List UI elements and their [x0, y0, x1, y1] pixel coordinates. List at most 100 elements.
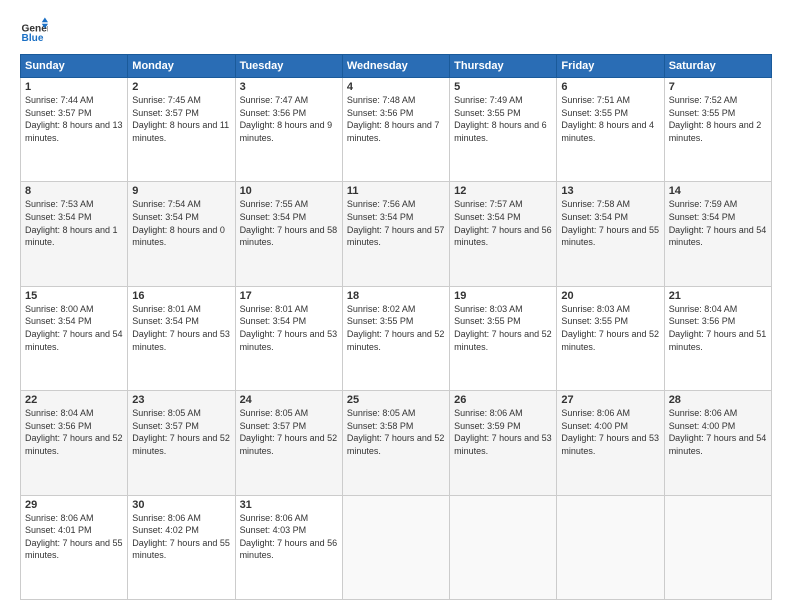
day-info: Sunrise: 8:06 AMSunset: 4:00 PMDaylight:…	[561, 408, 659, 456]
calendar-day-8: 8 Sunrise: 7:53 AMSunset: 3:54 PMDaylight…	[21, 182, 128, 286]
calendar-day-19: 19Sunrise: 8:03 AMSunset: 3:55 PMDayligh…	[450, 286, 557, 390]
calendar-header-tuesday: Tuesday	[235, 55, 342, 78]
day-info: Sunrise: 7:48 AMSunset: 3:56 PMDaylight:…	[347, 95, 440, 143]
calendar-day-11: 11 Sunrise: 7:56 AMSunset: 3:54 PMDayligh…	[342, 182, 449, 286]
day-info: Sunrise: 8:02 AMSunset: 3:55 PMDaylight:…	[347, 304, 445, 352]
page: General Blue SundayMondayTuesdayWednesda…	[0, 0, 792, 612]
calendar-header-row: SundayMondayTuesdayWednesdayThursdayFrid…	[21, 55, 772, 78]
day-info: Sunrise: 7:56 AMSunset: 3:54 PMDaylight:…	[347, 199, 445, 247]
calendar-day-6: 6 Sunrise: 7:51 AMSunset: 3:55 PMDaylight…	[557, 78, 664, 182]
day-number: 16	[132, 290, 230, 302]
calendar-day-21: 21Sunrise: 8:04 AMSunset: 3:56 PMDayligh…	[664, 286, 771, 390]
day-info: Sunrise: 7:52 AMSunset: 3:55 PMDaylight:…	[669, 95, 762, 143]
calendar-day-13: 13 Sunrise: 7:58 AMSunset: 3:54 PMDayligh…	[557, 182, 664, 286]
calendar-day-25: 25 Sunrise: 8:05 AMSunset: 3:58 PMDayligh…	[342, 391, 449, 495]
day-number: 22	[25, 394, 123, 406]
day-number: 25	[347, 394, 445, 406]
day-number: 13	[561, 185, 659, 197]
day-number: 9	[132, 185, 230, 197]
calendar-empty-cell	[557, 495, 664, 599]
calendar-week-2: 8 Sunrise: 7:53 AMSunset: 3:54 PMDaylight…	[21, 182, 772, 286]
day-number: 7	[669, 81, 767, 93]
calendar-header-monday: Monday	[128, 55, 235, 78]
calendar-day-22: 22 Sunrise: 8:04 AMSunset: 3:56 PMDayligh…	[21, 391, 128, 495]
day-info: Sunrise: 7:54 AMSunset: 3:54 PMDaylight:…	[132, 199, 225, 247]
day-info: Sunrise: 7:53 AMSunset: 3:54 PMDaylight:…	[25, 199, 118, 247]
calendar-day-9: 9 Sunrise: 7:54 AMSunset: 3:54 PMDaylight…	[128, 182, 235, 286]
calendar-week-1: 1Sunrise: 7:44 AMSunset: 3:57 PMDaylight…	[21, 78, 772, 182]
day-info: Sunrise: 8:04 AMSunset: 3:56 PMDaylight:…	[25, 408, 123, 456]
day-info: Sunrise: 8:04 AMSunset: 3:56 PMDaylight:…	[669, 304, 767, 352]
calendar-day-20: 20Sunrise: 8:03 AMSunset: 3:55 PMDayligh…	[557, 286, 664, 390]
day-number: 23	[132, 394, 230, 406]
calendar-day-26: 26 Sunrise: 8:06 AMSunset: 3:59 PMDayligh…	[450, 391, 557, 495]
svg-text:Blue: Blue	[22, 33, 44, 44]
day-info: Sunrise: 7:45 AMSunset: 3:57 PMDaylight:…	[132, 95, 229, 143]
day-number: 6	[561, 81, 659, 93]
day-number: 28	[669, 394, 767, 406]
day-info: Sunrise: 7:51 AMSunset: 3:55 PMDaylight:…	[561, 95, 654, 143]
day-number: 4	[347, 81, 445, 93]
calendar-day-31: 31 Sunrise: 8:06 AMSunset: 4:03 PMDayligh…	[235, 495, 342, 599]
day-number: 17	[240, 290, 338, 302]
day-info: Sunrise: 8:06 AMSunset: 4:03 PMDaylight:…	[240, 513, 338, 561]
day-number: 30	[132, 499, 230, 511]
day-info: Sunrise: 8:03 AMSunset: 3:55 PMDaylight:…	[454, 304, 552, 352]
day-number: 5	[454, 81, 552, 93]
day-number: 31	[240, 499, 338, 511]
day-number: 26	[454, 394, 552, 406]
calendar-day-2: 2 Sunrise: 7:45 AMSunset: 3:57 PMDaylight…	[128, 78, 235, 182]
calendar-header-friday: Friday	[557, 55, 664, 78]
day-info: Sunrise: 8:01 AMSunset: 3:54 PMDaylight:…	[132, 304, 230, 352]
day-info: Sunrise: 7:55 AMSunset: 3:54 PMDaylight:…	[240, 199, 338, 247]
day-number: 14	[669, 185, 767, 197]
day-info: Sunrise: 8:03 AMSunset: 3:55 PMDaylight:…	[561, 304, 659, 352]
day-number: 3	[240, 81, 338, 93]
calendar-empty-cell	[450, 495, 557, 599]
day-info: Sunrise: 8:05 AMSunset: 3:57 PMDaylight:…	[132, 408, 230, 456]
day-info: Sunrise: 8:06 AMSunset: 4:00 PMDaylight:…	[669, 408, 767, 456]
calendar-empty-cell	[342, 495, 449, 599]
day-number: 29	[25, 499, 123, 511]
calendar-day-3: 3 Sunrise: 7:47 AMSunset: 3:56 PMDaylight…	[235, 78, 342, 182]
day-number: 8	[25, 185, 123, 197]
calendar-header-thursday: Thursday	[450, 55, 557, 78]
calendar-day-28: 28 Sunrise: 8:06 AMSunset: 4:00 PMDayligh…	[664, 391, 771, 495]
day-info: Sunrise: 8:01 AMSunset: 3:54 PMDaylight:…	[240, 304, 338, 352]
calendar-empty-cell	[664, 495, 771, 599]
day-info: Sunrise: 7:49 AMSunset: 3:55 PMDaylight:…	[454, 95, 547, 143]
calendar-day-27: 27 Sunrise: 8:06 AMSunset: 4:00 PMDayligh…	[557, 391, 664, 495]
calendar-week-3: 15Sunrise: 8:00 AMSunset: 3:54 PMDayligh…	[21, 286, 772, 390]
day-number: 10	[240, 185, 338, 197]
day-number: 1	[25, 81, 123, 93]
day-info: Sunrise: 7:58 AMSunset: 3:54 PMDaylight:…	[561, 199, 659, 247]
day-info: Sunrise: 7:47 AMSunset: 3:56 PMDaylight:…	[240, 95, 333, 143]
logo-icon: General Blue	[20, 16, 48, 44]
header: General Blue	[20, 16, 772, 44]
day-info: Sunrise: 8:00 AMSunset: 3:54 PMDaylight:…	[25, 304, 123, 352]
calendar-week-5: 29Sunrise: 8:06 AMSunset: 4:01 PMDayligh…	[21, 495, 772, 599]
calendar-day-5: 5 Sunrise: 7:49 AMSunset: 3:55 PMDaylight…	[450, 78, 557, 182]
calendar-day-17: 17 Sunrise: 8:01 AMSunset: 3:54 PMDayligh…	[235, 286, 342, 390]
day-info: Sunrise: 8:06 AMSunset: 3:59 PMDaylight:…	[454, 408, 552, 456]
day-info: Sunrise: 7:57 AMSunset: 3:54 PMDaylight:…	[454, 199, 552, 247]
calendar-day-12: 12 Sunrise: 7:57 AMSunset: 3:54 PMDayligh…	[450, 182, 557, 286]
day-number: 12	[454, 185, 552, 197]
calendar-header-wednesday: Wednesday	[342, 55, 449, 78]
calendar-day-1: 1Sunrise: 7:44 AMSunset: 3:57 PMDaylight…	[21, 78, 128, 182]
day-info: Sunrise: 7:59 AMSunset: 3:54 PMDaylight:…	[669, 199, 767, 247]
calendar-day-23: 23 Sunrise: 8:05 AMSunset: 3:57 PMDayligh…	[128, 391, 235, 495]
day-number: 2	[132, 81, 230, 93]
calendar-week-4: 22 Sunrise: 8:04 AMSunset: 3:56 PMDayligh…	[21, 391, 772, 495]
day-number: 24	[240, 394, 338, 406]
calendar-day-16: 16 Sunrise: 8:01 AMSunset: 3:54 PMDayligh…	[128, 286, 235, 390]
calendar-day-24: 24Sunrise: 8:05 AMSunset: 3:57 PMDayligh…	[235, 391, 342, 495]
day-number: 11	[347, 185, 445, 197]
day-number: 27	[561, 394, 659, 406]
calendar-header-saturday: Saturday	[664, 55, 771, 78]
calendar-day-29: 29Sunrise: 8:06 AMSunset: 4:01 PMDayligh…	[21, 495, 128, 599]
day-info: Sunrise: 8:05 AMSunset: 3:58 PMDaylight:…	[347, 408, 445, 456]
calendar-day-15: 15Sunrise: 8:00 AMSunset: 3:54 PMDayligh…	[21, 286, 128, 390]
calendar-header-sunday: Sunday	[21, 55, 128, 78]
day-info: Sunrise: 8:06 AMSunset: 4:02 PMDaylight:…	[132, 513, 230, 561]
